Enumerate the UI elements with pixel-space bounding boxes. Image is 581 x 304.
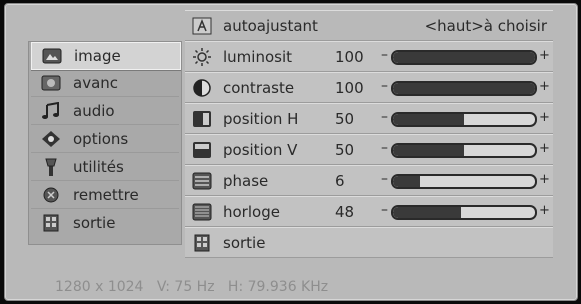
h-position-icon: [191, 109, 213, 129]
resolution-text: 1280 x 1024: [55, 279, 144, 295]
sidebar-item-label: image: [74, 47, 121, 65]
exit-row[interactable]: sortie: [185, 227, 553, 258]
brightness-icon: [191, 47, 213, 67]
image-icon: [42, 47, 62, 65]
contraste-slider[interactable]: [391, 81, 537, 96]
setting-row-luminosit[interactable]: luminosit 100 – +: [185, 41, 553, 72]
phase-icon: [191, 171, 213, 191]
setting-label: phase: [223, 171, 269, 190]
contrast-icon: [191, 78, 213, 98]
sidebar-menu: image avanc audio options utilités remet…: [28, 41, 182, 245]
slider-fill: [393, 176, 420, 187]
phase-slider[interactable]: [391, 174, 537, 189]
decrease-symbol: –: [381, 47, 388, 63]
position-v-slider[interactable]: [391, 143, 537, 158]
v-position-icon: [191, 140, 213, 160]
setting-value: 48: [335, 202, 355, 221]
autoadjust-label: autoajustant: [223, 16, 318, 35]
increase-symbol: +: [539, 79, 550, 94]
increase-symbol: +: [539, 141, 550, 156]
setting-row-horloge[interactable]: horloge 48 – +: [185, 196, 553, 227]
tools-icon: [41, 158, 61, 176]
position-h-slider[interactable]: [391, 112, 537, 127]
status-bar: 1280 x 1024 V: 75 Hz H: 79.936 KHz: [55, 279, 328, 295]
setting-row-position-h[interactable]: position H 50 – +: [185, 103, 553, 134]
horloge-slider[interactable]: [391, 205, 537, 220]
sidebar-item-utilites[interactable]: utilités: [31, 154, 179, 181]
advanced-icon: [41, 74, 61, 92]
setting-label: position V: [223, 140, 298, 159]
navigation-hint: <haut>à choisir: [424, 16, 547, 35]
sidebar-item-label: sortie: [73, 214, 116, 232]
decrease-symbol: –: [381, 109, 388, 125]
slider-fill: [393, 83, 535, 94]
luminosit-slider[interactable]: [391, 50, 537, 65]
setting-value: 100: [335, 47, 364, 66]
vertical-frequency-text: V: 75 Hz: [156, 279, 215, 295]
setting-row-phase[interactable]: phase 6 – +: [185, 165, 553, 196]
slider-fill: [393, 207, 462, 218]
clock-icon: [191, 202, 213, 222]
decrease-symbol: –: [381, 202, 388, 218]
sidebar-item-audio[interactable]: audio: [31, 98, 179, 125]
sidebar-item-remettre[interactable]: remettre: [31, 182, 179, 209]
sidebar-item-sortie[interactable]: sortie: [31, 210, 179, 236]
sidebar-item-label: options: [73, 130, 129, 148]
options-icon: [41, 130, 61, 148]
sidebar-item-label: audio: [73, 102, 115, 120]
decrease-symbol: –: [381, 78, 388, 94]
exit-icon: [191, 233, 213, 253]
setting-value: 6: [335, 171, 345, 190]
decrease-symbol: –: [381, 171, 388, 187]
decrease-symbol: –: [381, 140, 388, 156]
slider-fill: [393, 145, 464, 156]
increase-symbol: +: [539, 48, 550, 63]
setting-label: luminosit: [223, 47, 293, 66]
settings-panel: autoajustant <haut>à choisir luminosit 1…: [185, 10, 555, 266]
horizontal-frequency-text: H: 79.936 KHz: [227, 279, 329, 295]
reset-icon: [41, 186, 61, 204]
setting-row-position-v[interactable]: position V 50 – +: [185, 134, 553, 165]
autoadjust-row[interactable]: autoajustant <haut>à choisir: [185, 10, 553, 41]
exit-icon: [41, 214, 61, 232]
setting-row-contraste[interactable]: contraste 100 – +: [185, 72, 553, 103]
slider-fill: [393, 114, 464, 125]
setting-value: 50: [335, 109, 355, 128]
sidebar-item-image[interactable]: image: [31, 42, 181, 70]
slider-fill: [393, 52, 535, 63]
music-note-icon: [41, 102, 61, 120]
setting-label: position H: [223, 109, 299, 128]
setting-label: contraste: [223, 78, 295, 97]
exit-label: sortie: [223, 233, 266, 252]
increase-symbol: +: [539, 172, 550, 187]
setting-value: 50: [335, 140, 355, 159]
sidebar-item-options[interactable]: options: [31, 126, 179, 153]
sidebar-item-avanc[interactable]: avanc: [31, 70, 179, 97]
osd-menu-panel: image avanc audio options utilités remet…: [4, 3, 578, 301]
increase-symbol: +: [539, 203, 550, 218]
sidebar-item-label: remettre: [73, 186, 139, 204]
sidebar-item-label: avanc: [73, 74, 119, 92]
setting-label: horloge: [223, 202, 280, 221]
setting-value: 100: [335, 78, 364, 97]
auto-adjust-icon: [191, 16, 213, 36]
increase-symbol: +: [539, 110, 550, 125]
sidebar-item-label: utilités: [73, 158, 124, 176]
